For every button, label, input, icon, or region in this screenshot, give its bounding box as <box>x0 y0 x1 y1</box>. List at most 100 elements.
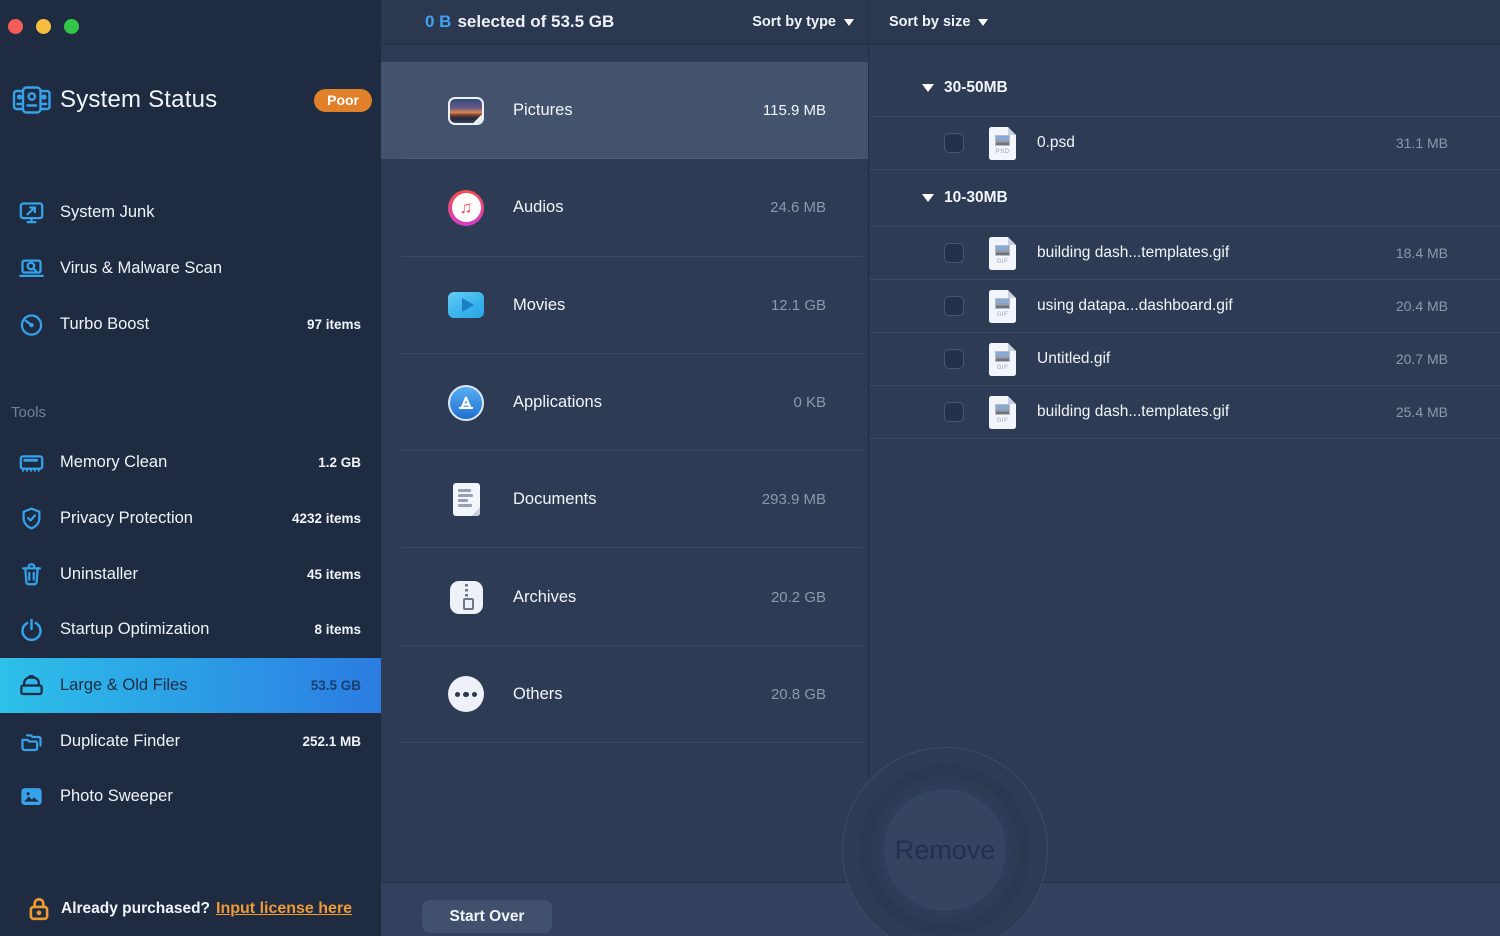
app-header: System Status Poor <box>12 80 372 120</box>
chevron-down-icon <box>844 18 854 26</box>
sidebar-item-photo-sweeper[interactable]: Photo Sweeper <box>0 769 381 825</box>
file-checkbox[interactable] <box>944 296 964 316</box>
category-label: Applications <box>513 393 602 412</box>
sidebar-item-label: Large & Old Files <box>60 676 188 695</box>
zip-archive-icon <box>449 580 483 614</box>
category-size: 20.2 GB <box>770 588 826 606</box>
category-label: Pictures <box>513 101 573 120</box>
category-row-audios[interactable]: ♫ Audios 24.6 MB <box>381 159 868 257</box>
sort-by-type-dropdown[interactable]: Sort by type <box>752 14 854 30</box>
play-video-icon <box>448 292 484 319</box>
selection-summary: 0 B selected of 53.5 GB <box>425 12 614 32</box>
sidebar-item-value: 8 items <box>314 622 361 638</box>
file-checkbox[interactable] <box>944 349 964 369</box>
app-window: { "colors":{ "sidebar-bg":"#1f2b41","mai… <box>0 0 1500 936</box>
category-row-applications[interactable]: Applications 0 KB <box>381 354 868 452</box>
sidebar-item-value: 53.5 GB <box>310 678 361 694</box>
sidebar-nav-tools: Memory Clean 1.2 GB Privacy Protection 4… <box>0 435 381 825</box>
file-size: 20.7 MB <box>1395 351 1448 367</box>
sidebar-item-label: Virus & Malware Scan <box>60 259 223 278</box>
duplicate-folders-icon <box>18 728 45 755</box>
category-row-others[interactable]: Others 20.8 GB <box>381 646 868 744</box>
status-badge: Poor <box>314 88 372 112</box>
category-row-pictures[interactable]: Pictures 115.9 MB <box>381 62 868 160</box>
file-name: Untitled.gif <box>1037 350 1111 367</box>
sidebar-item-startup-optimization[interactable]: Startup Optimization 8 items <box>0 602 381 658</box>
zoom-window-icon[interactable] <box>64 19 79 34</box>
remove-button[interactable]: Remove <box>879 784 1011 916</box>
file-row[interactable]: gif Untitled.gif 20.7 MB <box>869 333 1500 386</box>
category-row-movies[interactable]: Movies 12.1 GB <box>381 257 868 355</box>
tools-section-heading: Tools <box>11 404 47 421</box>
category-label: Movies <box>513 295 566 314</box>
file-icon: gif <box>989 395 1016 429</box>
category-size: 0 KB <box>793 394 826 412</box>
file-checkbox[interactable] <box>944 243 964 263</box>
file-size: 18.4 MB <box>1395 245 1448 261</box>
photo-icon <box>18 783 45 810</box>
sidebar-item-label: Uninstaller <box>60 564 138 583</box>
sidebar-item-system-junk[interactable]: System Junk <box>0 185 381 241</box>
file-group-10-30mb[interactable]: 10-30MB <box>869 170 1500 227</box>
file-icon: psd <box>989 126 1016 160</box>
sidebar-item-label: Photo Sweeper <box>60 787 173 806</box>
file-checkbox[interactable] <box>944 402 964 422</box>
file-size: 31.1 MB <box>1395 135 1448 151</box>
sidebar-item-label: Duplicate Finder <box>60 731 181 750</box>
file-icon: gif <box>989 342 1016 376</box>
files-list: 30-50MB psd 0.psd 31.1 MB 10-30MB gif bu… <box>869 45 1500 439</box>
category-label: Documents <box>513 490 597 509</box>
sidebar-item-virus-malware-scan[interactable]: Virus & Malware Scan <box>0 241 381 297</box>
file-group-30-50mb[interactable]: 30-50MB <box>869 45 1500 117</box>
panel-header-strip: 0 B selected of 53.5 GB Sort by type Sort… <box>381 0 1500 45</box>
category-label: Archives <box>513 587 577 606</box>
category-row-documents[interactable]: Documents 293.9 MB <box>381 451 868 549</box>
category-label: Others <box>513 684 563 703</box>
category-size: 12.1 GB <box>770 296 826 314</box>
sidebar-item-label: System Junk <box>60 203 155 222</box>
files-header-bar: Sort by size <box>868 0 1500 44</box>
minimize-window-icon[interactable] <box>36 19 51 34</box>
categories-footer: Start Over <box>381 882 869 936</box>
laptop-scan-icon <box>18 255 45 282</box>
group-collapse-icon <box>922 83 934 92</box>
file-row[interactable]: gif using datapa...dashboard.gif 20.4 MB <box>869 280 1500 333</box>
category-label: Audios <box>513 198 564 217</box>
document-icon <box>452 483 480 517</box>
sidebar-item-label: Turbo Boost <box>60 314 150 333</box>
sidebar-item-value: 4232 items <box>291 511 361 527</box>
sidebar-item-large-old-files[interactable]: Large & Old Files 53.5 GB <box>0 657 381 714</box>
sidebar-item-turbo-boost[interactable]: Turbo Boost 97 items <box>0 296 381 352</box>
sidebar-item-value: 252.1 MB <box>302 733 361 749</box>
power-icon <box>18 616 45 643</box>
sidebar-item-value: 1.2 GB <box>318 455 361 471</box>
file-checkbox[interactable] <box>944 133 964 153</box>
system-status-icon <box>12 84 52 116</box>
close-window-icon[interactable] <box>8 19 23 34</box>
file-row[interactable]: gif building dash...templates.gif 18.4 M… <box>869 227 1500 280</box>
ellipsis-icon <box>448 676 484 713</box>
sidebar-item-duplicate-finder[interactable]: Duplicate Finder 252.1 MB <box>0 713 381 769</box>
app-store-icon <box>448 384 484 421</box>
sidebar-item-value: 97 items <box>306 316 361 332</box>
file-name: building dash...templates.gif <box>1037 403 1230 420</box>
sort-by-type-label: Sort by type <box>752 14 836 30</box>
sidebar-item-privacy-protection[interactable]: Privacy Protection 4232 items <box>0 491 381 547</box>
music-icon: ♫ <box>448 189 484 226</box>
start-over-button[interactable]: Start Over <box>422 900 552 933</box>
file-row[interactable]: gif building dash...templates.gif 25.4 M… <box>869 386 1500 439</box>
sidebar-item-label: Privacy Protection <box>60 509 193 528</box>
sort-by-size-dropdown[interactable]: Sort by size <box>889 14 989 30</box>
lock-icon <box>26 895 52 923</box>
pictures-icon <box>448 96 484 125</box>
category-size: 115.9 MB <box>762 102 826 120</box>
sidebar-item-label: Memory Clean <box>60 453 168 472</box>
monitor-arrow-icon <box>18 199 45 226</box>
file-row[interactable]: psd 0.psd 31.1 MB <box>869 117 1500 170</box>
sidebar-item-memory-clean[interactable]: Memory Clean 1.2 GB <box>0 435 381 491</box>
selection-summary-bar: 0 B selected of 53.5 GB Sort by type <box>381 0 868 44</box>
trash-icon <box>18 561 45 588</box>
input-license-link[interactable]: Input license here <box>216 900 352 918</box>
sidebar-item-uninstaller[interactable]: Uninstaller 45 items <box>0 546 381 602</box>
category-row-archives[interactable]: Archives 20.2 GB <box>381 548 868 647</box>
